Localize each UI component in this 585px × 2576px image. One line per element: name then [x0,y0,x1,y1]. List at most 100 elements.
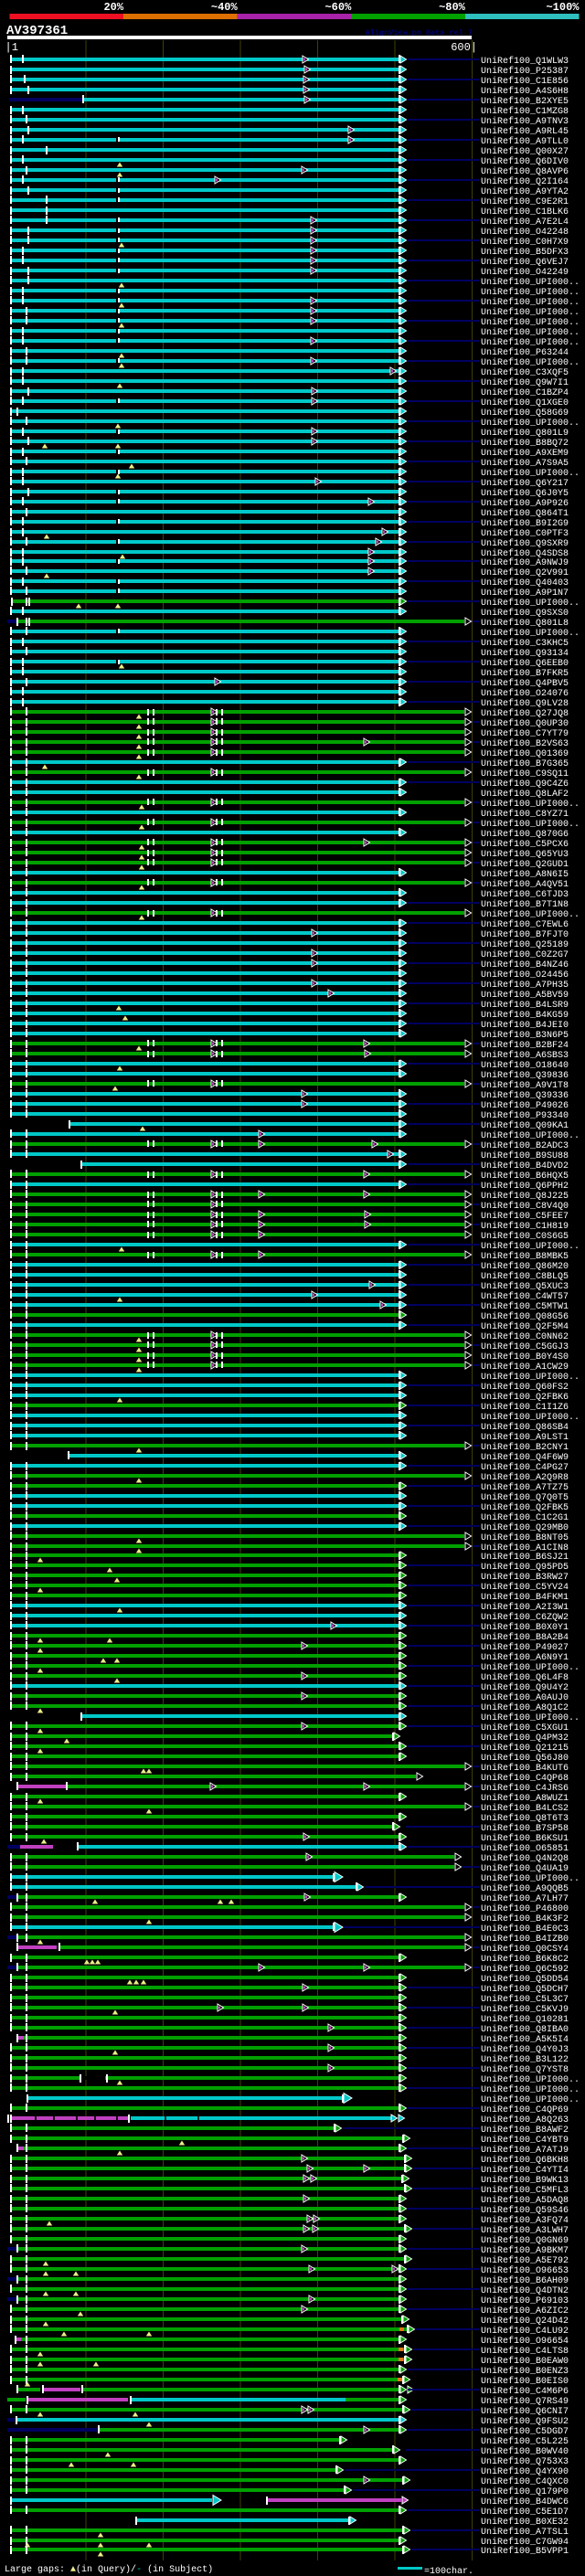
svg-text:UniRef100_A9YTA2: UniRef100_A9YTA2 [481,186,569,197]
svg-text:UniRef100_B8MBK5: UniRef100_B8MBK5 [481,1251,569,1262]
svg-text:UniRef100_A9BKM7: UniRef100_A9BKM7 [481,2245,569,2256]
svg-text:UniRef100_C9SQ11: UniRef100_C9SQ11 [481,769,569,779]
svg-text:UniRef100_Q25189: UniRef100_Q25189 [481,939,569,950]
svg-text:UniRef100_C4WT57: UniRef100_C4WT57 [481,1291,569,1302]
svg-text:UniRef100_A7LH77: UniRef100_A7LH77 [481,1893,569,1904]
svg-text:UniRef100_Q4Y0J3: UniRef100_Q4Y0J3 [481,2044,569,2055]
svg-text:UniRef100_O96654: UniRef100_O96654 [481,2336,569,2347]
svg-text:UniRef100_A6ZIC2: UniRef100_A6ZIC2 [481,2306,569,2316]
svg-text:UniRef100_Q60FS2: UniRef100_Q60FS2 [481,1382,569,1393]
svg-text:UniRef100_A7E2L4: UniRef100_A7E2L4 [481,217,569,228]
svg-text:UniRef100_Q27JQ8: UniRef100_Q27JQ8 [481,708,569,719]
svg-text:UniRef100_C0S6G5: UniRef100_C0S6G5 [481,1231,569,1242]
svg-text:UniRef100_A1CW29: UniRef100_A1CW29 [481,1362,569,1373]
svg-text:UniRef100_UPI000..: UniRef100_UPI000.. [481,317,580,328]
svg-text:UniRef100_Q7Q0T5: UniRef100_Q7Q0T5 [481,1492,569,1503]
svg-text:UniRef100_C3KHC5: UniRef100_C3KHC5 [481,638,569,649]
svg-text:UniRef100_C4YBT9: UniRef100_C4YBT9 [481,2135,569,2146]
svg-text:UniRef100_Q5DD54: UniRef100_Q5DD54 [481,1974,569,1985]
svg-text:UniRef100_A7PH35: UniRef100_A7PH35 [481,980,569,991]
svg-text:UniRef100_UPI000..: UniRef100_UPI000.. [481,819,580,830]
svg-text:UniRef100_A5E792: UniRef100_A5E792 [481,2255,569,2266]
svg-text:UniRef100_UPI000..: UniRef100_UPI000.. [481,2084,580,2095]
svg-text:UniRef100_Q4PBV5: UniRef100_Q4PBV5 [481,678,569,689]
svg-text:UniRef100_Q6C592: UniRef100_Q6C592 [481,1964,569,1975]
svg-text:UniRef100_A5BV59: UniRef100_A5BV59 [481,990,569,1001]
svg-text:UniRef100_Q56J80: UniRef100_Q56J80 [481,1753,569,1764]
svg-text:UniRef100_Q2V991: UniRef100_Q2V991 [481,567,569,578]
svg-text:UniRef100_Q65YU3: UniRef100_Q65YU3 [481,849,569,860]
svg-text:UniRef100_Q4YX90: UniRef100_Q4YX90 [481,2466,569,2477]
svg-text:UniRef100_B6AH09: UniRef100_B6AH09 [481,2275,569,2286]
svg-text:UniRef100_Q8LAF2: UniRef100_Q8LAF2 [481,789,569,800]
svg-text:UniRef100_O42248: UniRef100_O42248 [481,227,569,238]
svg-text:UniRef100_Q870G6: UniRef100_Q870G6 [481,829,569,840]
svg-text:UniRef100_B4K3F2: UniRef100_B4K3F2 [481,1913,569,1924]
svg-text:UniRef100_Q86SB4: UniRef100_Q86SB4 [481,1422,569,1433]
svg-text:UniRef100_O96653: UniRef100_O96653 [481,2265,569,2276]
svg-text:UniRef100_C5E1D7: UniRef100_C5E1D7 [481,2507,569,2518]
svg-text:UniRef100_Q7YST8: UniRef100_Q7YST8 [481,2064,569,2075]
svg-text:UniRef100_A0AUJ0: UniRef100_A0AUJ0 [481,1692,569,1703]
svg-text:UniRef100_B7G365: UniRef100_B7G365 [481,758,569,769]
svg-text:UniRef100_Q58G69: UniRef100_Q58G69 [481,408,569,419]
svg-text:UniRef100_Q9U4Y2: UniRef100_Q9U4Y2 [481,1682,569,1693]
svg-text:UniRef100_UPI000..: UniRef100_UPI000.. [481,2074,580,2085]
svg-text:UniRef100_UPI000..: UniRef100_UPI000.. [481,1712,580,1723]
svg-text:~80%: ~80% [439,1,466,14]
svg-text:UniRef100_B0XE32: UniRef100_B0XE32 [481,2517,569,2528]
svg-text:UniRef100_UPI000..: UniRef100_UPI000.. [481,1662,580,1673]
svg-text:UniRef100_C5YV24: UniRef100_C5YV24 [481,1582,569,1593]
svg-text:UniRef100_B4LCS2: UniRef100_B4LCS2 [481,1803,569,1814]
svg-text:UniRef100_A4S6H8: UniRef100_A4S6H8 [481,86,569,97]
svg-text:UniRef100_Q01369: UniRef100_Q01369 [481,748,569,759]
svg-text:UniRef100_P46800: UniRef100_P46800 [481,1903,569,1914]
svg-text:UniRef100_Q0CSY4: UniRef100_Q0CSY4 [481,1944,569,1955]
svg-text:UniRef100_B2VS63: UniRef100_B2VS63 [481,738,569,749]
svg-text:UniRef100_A3LWH7: UniRef100_A3LWH7 [481,2225,569,2236]
svg-text:UniRef100_Q2F5M4: UniRef100_Q2F5M4 [481,1321,569,1332]
svg-text:UniRef100_UPI000..: UniRef100_UPI000.. [481,628,580,639]
svg-text:UniRef100_C5KVJ9: UniRef100_C5KVJ9 [481,2004,569,2015]
svg-text:UniRef100_B2BF24: UniRef100_B2BF24 [481,1040,569,1051]
svg-text:UniRef100_Q39836: UniRef100_Q39836 [481,1070,569,1081]
svg-text:UniRef100_C4QP68: UniRef100_C4QP68 [481,1773,569,1784]
svg-text:UniRef100_Q864T1: UniRef100_Q864T1 [481,508,569,519]
svg-text:UniRef100_C9E2R1: UniRef100_C9E2R1 [481,196,569,207]
svg-text:UniRef100_Q39336: UniRef100_Q39336 [481,1090,569,1101]
svg-text:UniRef100_O18640: UniRef100_O18640 [481,1060,569,1071]
svg-text:UniRef100_C5L3C7: UniRef100_C5L3C7 [481,1994,569,2005]
svg-text:UniRef100_B4FKM1: UniRef100_B4FKM1 [481,1592,569,1603]
svg-text:UniRef100_B4KUT6: UniRef100_B4KUT6 [481,1763,569,1774]
svg-text:UniRef100_Q40403: UniRef100_Q40403 [481,578,569,588]
svg-text:UniRef100_C8YZ71: UniRef100_C8YZ71 [481,809,569,820]
svg-text:UniRef100_O24076: UniRef100_O24076 [481,688,569,699]
svg-text:UniRef100_C5XGU1: UniRef100_C5XGU1 [481,1723,569,1733]
svg-text:UniRef100_Q1XGE0: UniRef100_Q1XGE0 [481,398,569,408]
svg-text:UniRef100_O65851: UniRef100_O65851 [481,1843,569,1854]
svg-text:UniRef100_Q8J225: UniRef100_Q8J225 [481,1191,569,1202]
svg-text:UniRef100_Q08G56: UniRef100_Q08G56 [481,1311,569,1322]
svg-text:UniRef100_Q4F6W9: UniRef100_Q4F6W9 [481,1452,569,1463]
svg-text:UniRef100_C5GGJ3: UniRef100_C5GGJ3 [481,1341,569,1352]
svg-text:UniRef100_A7S9A5: UniRef100_A7S9A5 [481,458,569,469]
svg-text:UniRef100_A6SBS3: UniRef100_A6SBS3 [481,1050,569,1061]
svg-text:UniRef100_C4M6P6: UniRef100_C4M6P6 [481,2386,569,2397]
svg-text:UniRef100_UPI000..: UniRef100_UPI000.. [481,1241,580,1252]
svg-text:UniRef100_C1BZP4: UniRef100_C1BZP4 [481,387,569,398]
svg-text:~60%: ~60% [324,1,352,14]
svg-text:UniRef100_UPI000..: UniRef100_UPI000.. [481,327,580,338]
svg-text:UniRef100_Q753X3: UniRef100_Q753X3 [481,2456,569,2467]
svg-text:UniRef100_C4QP69: UniRef100_C4QP69 [481,2104,569,2115]
svg-text:UniRef100_O24456: UniRef100_O24456 [481,970,569,981]
svg-text:UniRef100_A5K5I4: UniRef100_A5K5I4 [481,2034,569,2045]
svg-text:UniRef100_Q0UP30: UniRef100_Q0UP30 [481,718,569,729]
svg-text:UniRef100_Q6CNI7: UniRef100_Q6CNI7 [481,2406,569,2417]
svg-text:UniRef100_A3FQ74: UniRef100_A3FQ74 [481,2215,569,2226]
svg-text:UniRef100_Q4DTN2: UniRef100_Q4DTN2 [481,2285,569,2296]
svg-text:UniRef100_A9LST1: UniRef100_A9LST1 [481,1432,569,1443]
svg-text:UniRef100_C8V4Q0: UniRef100_C8V4Q0 [481,1201,569,1212]
svg-text:UniRef100_B4KG59: UniRef100_B4KG59 [481,1010,569,1021]
svg-text:UniRef100_Q95PD5: UniRef100_Q95PD5 [481,1562,569,1573]
svg-text:UniRef100_C1E856: UniRef100_C1E856 [481,76,569,87]
